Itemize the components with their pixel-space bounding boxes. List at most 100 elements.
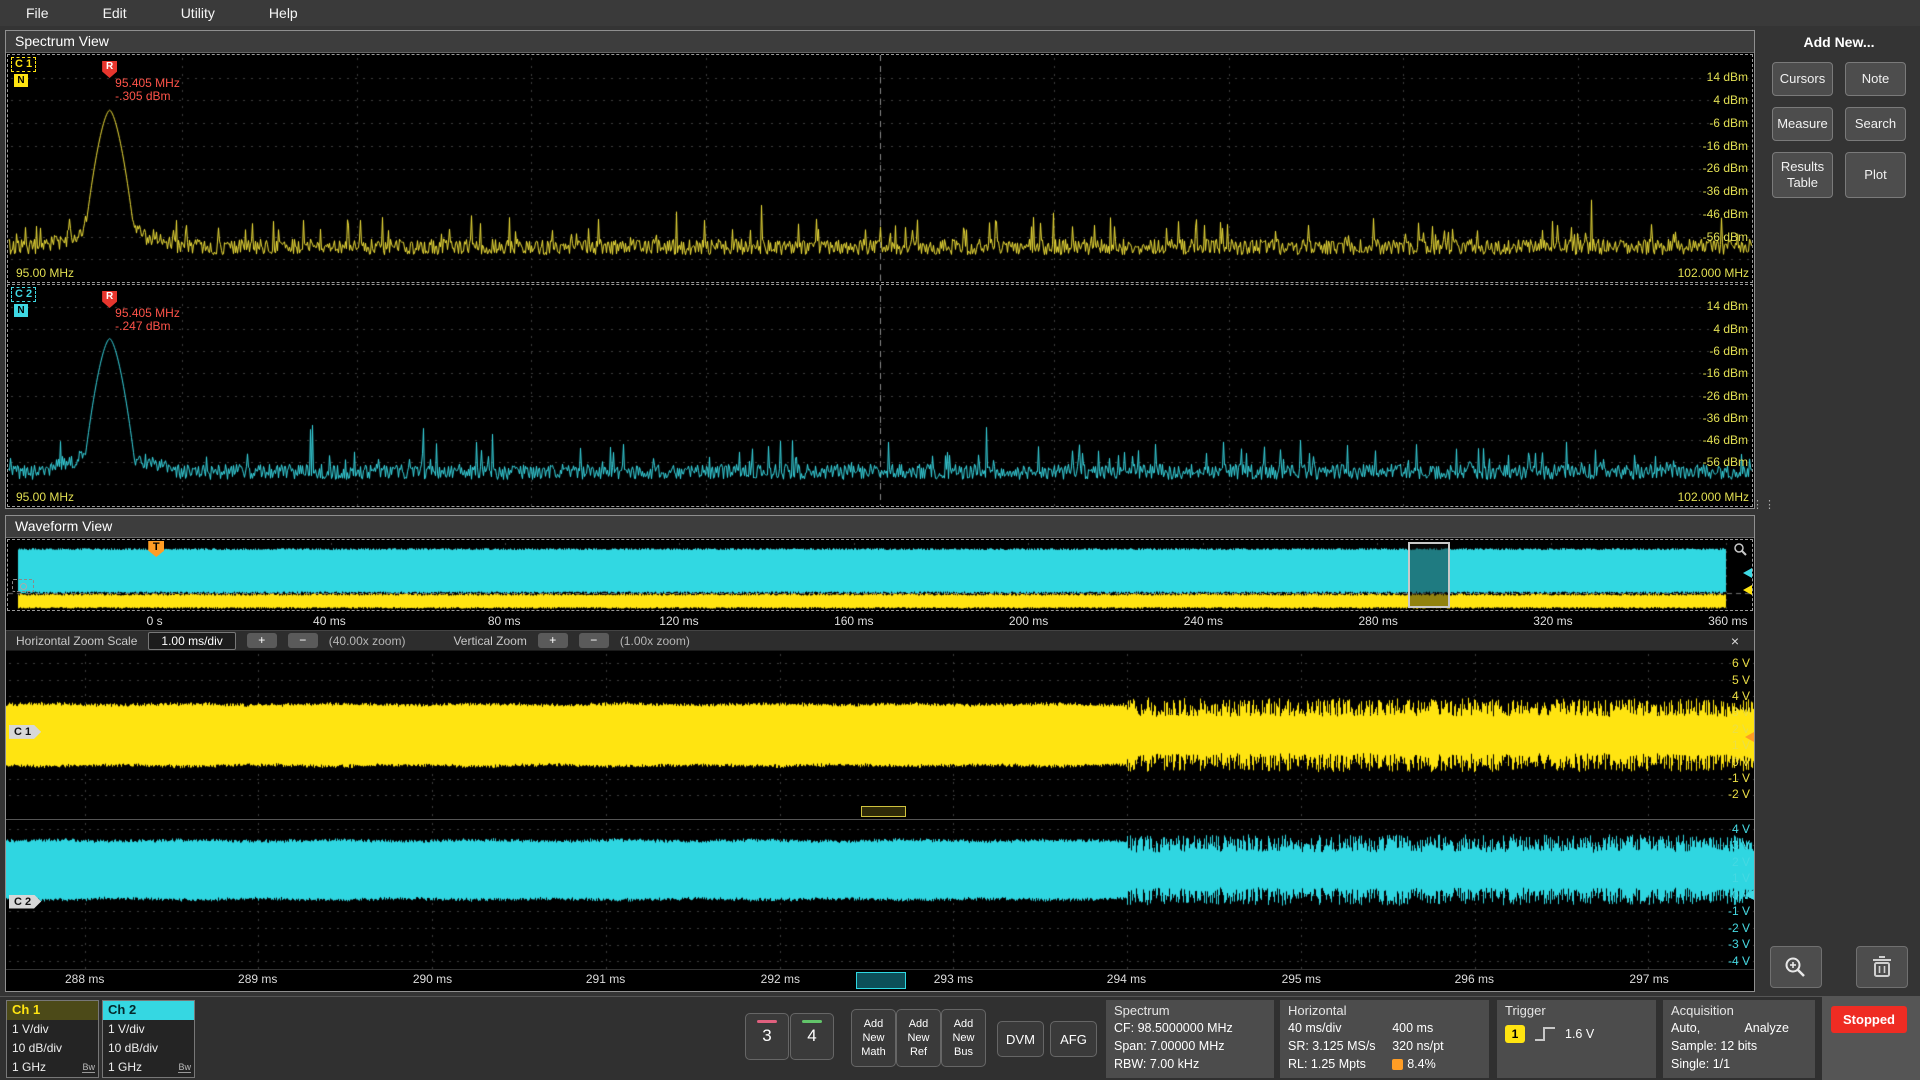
spectrum-plot-ch2[interactable]: C 2 N R 95.405 MHz -.247 dBm 95.00 MHz 1…: [7, 284, 1753, 507]
afg-button[interactable]: AFG: [1050, 1021, 1097, 1057]
time-label: 200 ms: [1009, 614, 1048, 628]
span: Span: 7.00000 MHz: [1114, 1037, 1266, 1055]
sample-bits: Sample: 12 bits: [1671, 1037, 1807, 1055]
zoom-mode-button[interactable]: [1770, 946, 1822, 988]
zoom-plot-ch2[interactable]: C 2 4 V 3 V 2 V 1 V 0 V -1 V -2 V -3 V -…: [6, 819, 1754, 969]
volt-axis-label: -3 V: [1728, 938, 1750, 950]
time-label: 0 s: [147, 614, 163, 628]
dbm-axis-label: 4 dBm: [1713, 323, 1748, 335]
marker-amplitude: -.247 dBm: [115, 320, 180, 333]
overview-waveform-canvas: [8, 540, 1752, 610]
menu-item-utility[interactable]: Utility: [181, 5, 215, 21]
trigger-settings-panel[interactable]: Trigger 1 1.6 V: [1497, 1000, 1656, 1078]
add-new-math-button[interactable]: Add New Math: [851, 1009, 896, 1067]
zoom-ratio-icon: [1392, 1059, 1403, 1070]
single-count: Single: 1/1: [1671, 1055, 1807, 1073]
time-marker-box: [856, 972, 907, 989]
volt-axis-label: 6 V: [1732, 657, 1750, 669]
dbm-axis-label: -26 dBm: [1703, 162, 1748, 174]
rising-edge-icon: [1534, 1026, 1556, 1042]
ch1-settings-badge[interactable]: Ch 1 1 V/div 10 dB/div 1 GHz Bw: [6, 1000, 99, 1078]
h-zoom-factor-label: (40.00x zoom): [329, 634, 406, 648]
v-zoom-in-button[interactable]: +: [538, 633, 568, 648]
spectrum-ch1-badge[interactable]: C 1: [11, 57, 36, 72]
add-new-title: Add New...: [1758, 34, 1920, 50]
h-zoom-in-button[interactable]: +: [247, 633, 277, 648]
ch1-offset-marker[interactable]: [1740, 722, 1754, 732]
ch3-color-bar: [757, 1020, 777, 1023]
trash-button[interactable]: [1856, 946, 1908, 988]
add-new-bus-button[interactable]: Add New Bus: [941, 1009, 986, 1067]
zoom-window-box[interactable]: [1408, 542, 1450, 608]
add-measure-button[interactable]: Measure: [1772, 107, 1833, 141]
time-label: 280 ms: [1358, 614, 1397, 628]
add-cursors-button[interactable]: Cursors: [1772, 62, 1833, 96]
ch2-settings-badge[interactable]: Ch 2 1 V/div 10 dB/div 1 GHz Bw: [102, 1000, 195, 1078]
time-label: 120 ms: [659, 614, 698, 628]
horizontal-settings-panel[interactable]: Horizontal 40 ms/div 400 ms SR: 3.125 MS…: [1280, 1000, 1489, 1078]
volt-axis-label: 3 V: [1732, 839, 1750, 851]
ch1-waveform-canvas: [6, 651, 1754, 819]
dbm-axis-label: -46 dBm: [1703, 434, 1748, 446]
ch1-level-marker[interactable]: [1738, 585, 1752, 595]
ch1-scale: 1 V/div: [7, 1020, 98, 1039]
freq-axis-start-label: 95.00 MHz: [16, 490, 74, 504]
add-note-button[interactable]: Note: [1845, 62, 1906, 96]
record-overview[interactable]: T: [7, 539, 1753, 611]
spectrum-ch1-trace-canvas: [8, 55, 1752, 282]
menu-item-help[interactable]: Help: [269, 5, 298, 21]
ch4-button[interactable]: 4: [790, 1013, 834, 1060]
button-line: Add: [954, 1017, 974, 1031]
stopped-status-button[interactable]: Stopped: [1831, 1006, 1907, 1033]
volt-axis-label: 3 V: [1732, 706, 1750, 718]
time-label: 294 ms: [1107, 972, 1146, 986]
dbm-axis-label: -6 dBm: [1709, 345, 1748, 357]
trigger-level-marker[interactable]: [1740, 732, 1754, 742]
button-line: Add: [909, 1017, 929, 1031]
spectrum-ch2-badge[interactable]: C 2: [11, 287, 36, 302]
freq-axis-end-label: 102.000 MHz: [1678, 266, 1749, 280]
horizontal-scale: 40 ms/div: [1288, 1019, 1392, 1037]
volt-axis-label: 0 V: [1732, 756, 1750, 768]
volt-axis-label: -4 V: [1728, 955, 1750, 967]
spectrum-settings-panel[interactable]: Spectrum CF: 98.5000000 MHz Span: 7.0000…: [1106, 1000, 1274, 1078]
freq-axis-start-label: 95.00 MHz: [16, 266, 74, 280]
acquisition-settings-panel[interactable]: Acquisition Auto, Analyze Sample: 12 bit…: [1663, 1000, 1815, 1078]
menu-item-edit[interactable]: Edit: [103, 5, 127, 21]
add-results-table-button[interactable]: Results Table: [1772, 152, 1833, 198]
results-bar: Add New... Cursors Note Measure Search R…: [1758, 26, 1920, 996]
volt-axis-label: -2 V: [1728, 922, 1750, 934]
zoom-percent: 8.4%: [1407, 1055, 1436, 1073]
time-label: 320 ms: [1533, 614, 1572, 628]
ch3-button[interactable]: 3: [745, 1013, 789, 1060]
acquisition-analyze: Analyze: [1744, 1019, 1788, 1037]
ch2-offset-marker[interactable]: [1740, 890, 1754, 900]
ch1-db-scale: 10 dB/div: [7, 1039, 98, 1058]
add-new-ref-button[interactable]: Add New Ref: [896, 1009, 941, 1067]
zoom-plot-ch1[interactable]: C 1 6 V 5 V 4 V 3 V 2 V 1 V 0 V -1 V -2 …: [6, 651, 1754, 819]
spectrum-plot-ch1[interactable]: C 1 N R 95.405 MHz -.305 dBm 95.00 MHz 1…: [7, 54, 1753, 283]
dvm-button[interactable]: DVM: [997, 1021, 1044, 1057]
spectrum-panel-title: Spectrum: [1114, 1003, 1266, 1018]
ch2-label: Ch 2: [103, 1001, 194, 1020]
close-zoom-icon[interactable]: ×: [1726, 633, 1744, 649]
h-zoom-out-button[interactable]: −: [288, 633, 318, 648]
dbm-axis-label: 14 dBm: [1707, 300, 1748, 312]
add-plot-button[interactable]: Plot: [1845, 152, 1906, 198]
ch3-number: 3: [746, 1026, 788, 1046]
time-label: 40 ms: [313, 614, 346, 628]
button-line: Math: [861, 1045, 885, 1059]
v-zoom-out-button[interactable]: −: [579, 633, 609, 648]
dbm-axis-label: -36 dBm: [1703, 185, 1748, 197]
expansion-point-icon: [12, 579, 34, 592]
add-search-button[interactable]: Search: [1845, 107, 1906, 141]
dbm-axis-label: -6 dBm: [1709, 117, 1748, 129]
menu-item-file[interactable]: File: [26, 5, 49, 21]
volt-axis-label: 4 V: [1732, 690, 1750, 702]
time-label: 160 ms: [834, 614, 873, 628]
ch2-level-marker[interactable]: [1738, 568, 1752, 578]
spectrum-view-panel: Spectrum View C 1 N R 95.405 MHz -.305 d…: [5, 30, 1755, 509]
horizontal-zoom-scale-value[interactable]: 1.00 ms/div: [148, 632, 235, 650]
sample-rate: SR: 3.125 MS/s: [1288, 1037, 1392, 1055]
v-zoom-factor-label: (1.00x zoom): [620, 634, 690, 648]
